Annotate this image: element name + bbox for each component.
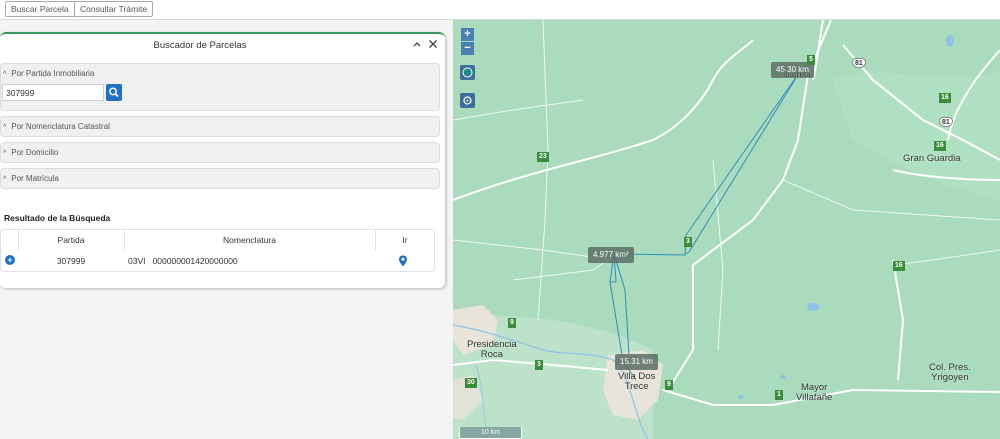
place-label: Ibarreta [783, 70, 811, 79]
result-title: Resultado de la Búsqueda [4, 213, 111, 223]
route-badge: 1 [775, 390, 783, 400]
section-matricula-header[interactable]: ^ Por Matrícula [1, 169, 439, 189]
section-matricula-label: Por Matrícula [11, 174, 59, 183]
close-icon[interactable] [427, 39, 439, 51]
chevron-up-icon: ^ [3, 150, 7, 157]
route-badge: 9 [665, 380, 673, 390]
zoom-out-button[interactable]: − [461, 42, 474, 55]
route-badge: 81 [939, 117, 953, 127]
place-label: Col. Pres. Yrigoyen [929, 362, 971, 383]
route-badge: 3 [535, 360, 543, 370]
section-nomenclatura[interactable]: ^ Por Nomenclatura Catastral [0, 116, 440, 137]
section-domicilio-header[interactable]: ^ Por Domicilio [1, 143, 439, 163]
map-canvas [453, 20, 1000, 439]
zoom-in-button[interactable]: + [461, 28, 474, 41]
search-icon [109, 87, 119, 98]
expand-plus-icon[interactable]: + [5, 255, 15, 265]
place-label: Presidencia Roca [467, 339, 517, 360]
map-view[interactable]: + − 45.30 km 4.977 km² 15.31 km Gran Gua… [453, 20, 1000, 439]
route-badge: 16 [939, 93, 951, 103]
consultar-tramite-button[interactable]: Consultar Trámite [74, 1, 154, 17]
collapse-chevron-up-icon[interactable] [411, 39, 423, 51]
locate-button[interactable] [460, 93, 475, 108]
section-nomenclatura-label: Por Nomenclatura Catastral [11, 122, 110, 131]
route-badge: 30 [465, 378, 477, 388]
section-domicilio-label: Por Domicilio [11, 148, 59, 157]
chevron-up-icon: ^ [3, 176, 7, 183]
parcel-search-panel: Buscador de Parcelas ^ Por Partida Inmob… [0, 32, 445, 288]
route-badge: 3 [684, 237, 692, 247]
route-badge: 81 [852, 58, 866, 68]
table-header-partida: Partida [57, 235, 85, 245]
place-label: Mayor Villafañe [796, 382, 833, 403]
place-label: Gran Guardia [903, 153, 961, 164]
panel-title: Buscador de Parcelas [153, 40, 247, 51]
section-matricula[interactable]: ^ Por Matrícula [0, 168, 440, 189]
chevron-up-icon: ^ [3, 124, 7, 131]
search-button[interactable] [106, 84, 122, 101]
globe-icon [462, 67, 473, 78]
cell-partida: 307999 [56, 256, 86, 266]
top-toolbar: Buscar Parcela Consultar Trámite [0, 0, 1000, 20]
location-pin-icon[interactable] [398, 255, 408, 269]
section-domicilio[interactable]: ^ Por Domicilio [0, 142, 440, 163]
results-table: Partida Nomenclatura Ir + 307999 03VI 00… [0, 229, 435, 272]
place-label: Villa Dos Trece [618, 371, 656, 392]
table-header-nomenclatura: Nomenclatura [223, 235, 276, 245]
measurement-label: 15.31 km [615, 354, 658, 370]
cell-nomenclatura: 03VI 000000001420000000 [128, 256, 238, 266]
route-badge: 9 [508, 318, 516, 328]
section-partida: ^ Por Partida Inmobiliaria [0, 63, 440, 111]
chevron-up-icon: ^ [3, 71, 7, 78]
route-badge: 5 [807, 55, 815, 65]
section-partida-label: Por Partida Inmobiliaria [11, 69, 95, 78]
measurement-label: 4.977 km² [588, 247, 634, 263]
partida-search-input[interactable] [2, 84, 104, 101]
left-pane: Buscador de Parcelas ^ Por Partida Inmob… [0, 20, 452, 439]
crosshair-icon [463, 96, 472, 105]
table-header-ir: Ir [402, 235, 408, 245]
section-partida-header[interactable]: ^ Por Partida Inmobiliaria [1, 64, 439, 84]
route-badge: 16 [934, 141, 946, 151]
route-badge: 16 [893, 261, 905, 271]
section-nomenclatura-header[interactable]: ^ Por Nomenclatura Catastral [1, 117, 439, 137]
scale-bar: 10 km [459, 427, 522, 439]
layers-control-button[interactable] [460, 65, 475, 80]
route-badge: 23 [537, 152, 549, 162]
buscar-parcela-button[interactable]: Buscar Parcela [5, 1, 75, 17]
